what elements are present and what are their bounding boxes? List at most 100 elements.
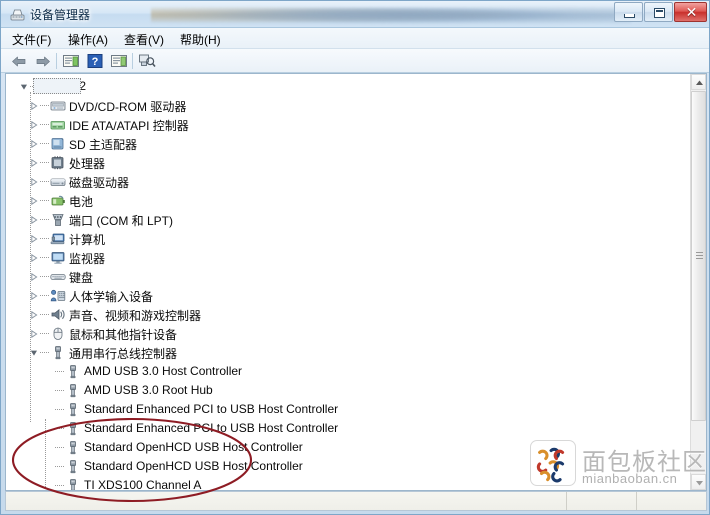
tree-connector [40, 276, 49, 277]
expand-twisty-icon[interactable] [30, 178, 38, 186]
usb-device-icon [65, 383, 81, 398]
expand-twisty-icon[interactable] [30, 140, 38, 148]
tree-item[interactable]: 电池 [6, 191, 694, 210]
update-driver-button[interactable] [109, 52, 129, 70]
tree-connector [40, 219, 49, 220]
back-button[interactable] [9, 52, 29, 70]
computer-node-icon [50, 231, 66, 246]
expand-twisty-icon[interactable] [20, 83, 28, 91]
tree-connector [55, 371, 64, 372]
status-bar [5, 491, 707, 511]
expand-twisty-icon[interactable] [30, 216, 38, 224]
tree-item[interactable]: 人体学输入设备 [6, 286, 694, 305]
tree-connector [55, 466, 64, 467]
sound-icon [50, 307, 66, 322]
expand-twisty-icon[interactable] [30, 102, 38, 110]
scrollbar-thumb[interactable] [691, 91, 706, 421]
arrow-left-icon [12, 56, 26, 67]
close-icon: ✕ [685, 4, 698, 20]
restore-icon [654, 8, 665, 18]
device-manager-window: 设备管理器 ✕ 文件(F) 操作(A) 查看(V) 帮助(H) ? DVD/CD… [0, 0, 710, 515]
tree-item[interactable]: Standard Enhanced PCI to USB Host Contro… [6, 419, 694, 438]
tree-item[interactable]: 处理器 [6, 153, 694, 172]
tree-connector [40, 181, 49, 182]
tree-item-label: DVD/CD-ROM 驱动器 [69, 100, 187, 114]
tree-item[interactable]: 磁盘驱动器 [6, 172, 694, 191]
scan-hardware-icon [139, 54, 156, 68]
tree-item[interactable]: SD 主适配器 [6, 134, 694, 153]
tree-item-label: 监视器 [69, 252, 106, 266]
tree-connector [55, 409, 64, 410]
port-icon [50, 212, 66, 227]
menu-action[interactable]: 操作(A) [65, 31, 111, 47]
tree-item[interactable]: 通用串行总线控制器 [6, 343, 694, 362]
menu-file[interactable]: 文件(F) [9, 31, 54, 47]
tree-connector [40, 257, 49, 258]
scroll-up-button[interactable] [691, 74, 706, 90]
menu-view[interactable]: 查看(V) [121, 31, 167, 47]
usb-device-icon [65, 459, 81, 474]
mouse-icon [50, 326, 66, 341]
watermark: 面包板社区 mianbaoban.cn [530, 438, 706, 490]
close-button[interactable]: ✕ [674, 2, 707, 22]
sd-host-icon [50, 136, 66, 151]
tree-connector [40, 105, 49, 106]
tree-connector [40, 200, 49, 201]
tree-item[interactable]: AMD USB 3.0 Root Hub [6, 381, 694, 400]
expand-twisty-icon[interactable] [30, 292, 38, 300]
tree-item[interactable]: 端口 (COM 和 LPT) [6, 210, 694, 229]
tree-item[interactable]: 声音、视频和游戏控制器 [6, 305, 694, 324]
properties-button[interactable] [61, 52, 81, 70]
tree-item[interactable]: 键盘 [6, 267, 694, 286]
tree-root-item[interactable]: Ben2 [6, 77, 694, 96]
expand-twisty-icon[interactable] [30, 330, 38, 338]
title-bar[interactable]: 设备管理器 ✕ [1, 1, 709, 28]
tree-connector [40, 162, 49, 163]
aero-glass-blur [151, 4, 631, 25]
help-button[interactable]: ? [85, 52, 105, 70]
tree-item[interactable]: AMD USB 3.0 Host Controller [6, 362, 694, 381]
scan-hardware-button[interactable] [137, 52, 157, 70]
tree-item-label: 处理器 [69, 157, 106, 171]
ide-controller-icon [50, 117, 66, 132]
menu-help[interactable]: 帮助(H) [177, 31, 224, 47]
maximize-button[interactable] [644, 2, 673, 22]
processor-icon [50, 155, 66, 170]
toolbar: ? [1, 49, 709, 73]
tree-item[interactable]: DVD/CD-ROM 驱动器 [6, 96, 694, 115]
expand-twisty-icon[interactable] [30, 311, 38, 319]
expand-twisty-icon[interactable] [30, 121, 38, 129]
expand-twisty-icon[interactable] [30, 159, 38, 167]
expand-twisty-icon[interactable] [30, 273, 38, 281]
device-tree[interactable]: Ben2 DVD/CD-ROM 驱动器 IDE ATA/ATAPI 控制器 SD… [6, 74, 694, 490]
device-tree-panel: Ben2 DVD/CD-ROM 驱动器 IDE ATA/ATAPI 控制器 SD… [5, 73, 707, 491]
tree-item[interactable]: 监视器 [6, 248, 694, 267]
status-separator-2 [636, 492, 637, 510]
tree-connector [40, 314, 49, 315]
tree-item-label: 计算机 [69, 233, 106, 247]
tree-item-label: 通用串行总线控制器 [69, 347, 178, 361]
expand-twisty-icon[interactable] [30, 349, 38, 357]
tree-connector [55, 485, 64, 486]
tree-connector [55, 428, 64, 429]
tree-item-label: Standard Enhanced PCI to USB Host Contro… [84, 402, 339, 416]
expand-twisty-icon[interactable] [30, 197, 38, 205]
minimize-button[interactable] [614, 2, 643, 22]
window-title: 设备管理器 [30, 8, 91, 22]
hid-icon [50, 288, 66, 303]
tree-item[interactable]: 鼠标和其他指针设备 [6, 324, 694, 343]
tree-item-label: AMD USB 3.0 Host Controller [84, 364, 243, 378]
tree-item-label: Standard OpenHCD USB Host Controller [84, 459, 303, 473]
tree-item-label: 电池 [69, 195, 94, 209]
tree-item[interactable]: Standard Enhanced PCI to USB Host Contro… [6, 400, 694, 419]
tree-item-label: Standard OpenHCD USB Host Controller [84, 440, 303, 454]
forward-button[interactable] [33, 52, 53, 70]
tree-item-label: 端口 (COM 和 LPT) [69, 214, 173, 228]
expand-twisty-icon[interactable] [30, 235, 38, 243]
tree-item-label: 鼠标和其他指针设备 [69, 328, 178, 342]
tree-item[interactable]: 计算机 [6, 229, 694, 248]
vertical-scrollbar[interactable] [690, 74, 706, 490]
expand-twisty-icon[interactable] [30, 254, 38, 262]
tree-item[interactable]: IDE ATA/ATAPI 控制器 [6, 115, 694, 134]
tree-item-label: SD 主适配器 [69, 138, 138, 152]
